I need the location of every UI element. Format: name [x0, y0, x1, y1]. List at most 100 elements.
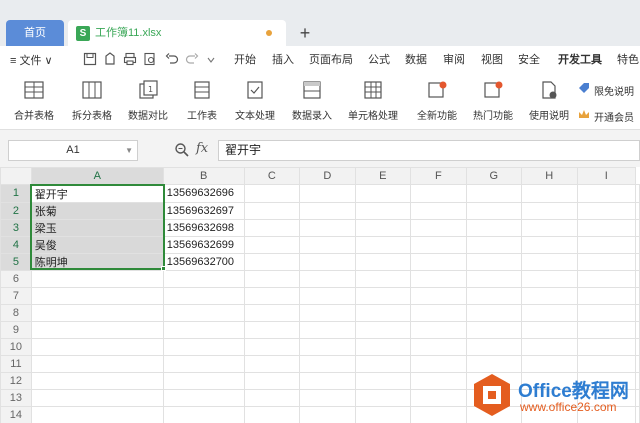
grid-cell[interactable]	[162, 405, 245, 423]
grid-cell[interactable]	[243, 201, 301, 220]
row-header[interactable]: 10	[0, 337, 32, 356]
grid-cell[interactable]	[410, 320, 467, 339]
grid-cell[interactable]	[410, 354, 467, 373]
grid-cell[interactable]	[299, 388, 356, 407]
unsaved-indicator-icon[interactable]	[266, 30, 272, 36]
grid-cell[interactable]	[465, 184, 523, 203]
grid-cell[interactable]	[576, 252, 637, 271]
grid-cell[interactable]	[299, 337, 356, 356]
grid-cell[interactable]	[243, 184, 301, 203]
usage-guide-button[interactable]: 使用说明	[526, 80, 572, 122]
grid-cell[interactable]	[354, 371, 412, 390]
row-header[interactable]: 7	[0, 286, 32, 305]
grid-cell[interactable]	[299, 218, 356, 237]
grid-cell[interactable]	[635, 303, 640, 322]
grid-cell[interactable]	[30, 337, 164, 356]
menu-developer-tools[interactable]: 开发工具	[558, 46, 602, 74]
menu-insert[interactable]: 插入	[272, 46, 294, 74]
export-icon[interactable]	[103, 52, 117, 66]
grid-cell[interactable]	[521, 269, 578, 288]
row-header[interactable]: 9	[0, 320, 32, 339]
name-box[interactable]: A1 ▼	[8, 140, 138, 161]
row-header[interactable]: 12	[0, 371, 32, 390]
grid-cell[interactable]	[243, 218, 301, 237]
grid-cell[interactable]	[521, 184, 578, 203]
column-header-a[interactable]: A	[30, 167, 164, 186]
cell-processing-button[interactable]: 单元格处理	[342, 80, 404, 122]
save-icon[interactable]	[83, 52, 97, 66]
grid-cell[interactable]	[243, 371, 301, 390]
grid-cell[interactable]	[30, 269, 164, 288]
grid-cell[interactable]	[576, 184, 637, 203]
grid-cell[interactable]	[521, 320, 578, 339]
grid-cell[interactable]	[635, 201, 640, 220]
grid-cell[interactable]	[162, 388, 245, 407]
grid-cell[interactable]	[576, 235, 637, 254]
grid-cell[interactable]	[162, 337, 245, 356]
chevron-down-icon[interactable]	[206, 55, 216, 65]
grid-cell[interactable]	[410, 252, 467, 271]
grid-cell[interactable]	[576, 218, 637, 237]
grid-cell[interactable]	[162, 371, 245, 390]
worksheet-button[interactable]: 工作表	[180, 80, 224, 122]
grid-cell[interactable]	[243, 252, 301, 271]
grid-cell[interactable]	[410, 269, 467, 288]
grid-cell[interactable]	[354, 337, 412, 356]
grid-cell[interactable]	[162, 320, 245, 339]
column-header-f[interactable]: F	[410, 167, 467, 185]
grid-cell[interactable]	[354, 354, 412, 373]
grid-cell[interactable]	[410, 405, 467, 423]
undo-icon[interactable]	[165, 52, 179, 66]
grid-cell[interactable]	[30, 388, 164, 407]
grid-cell[interactable]	[30, 303, 164, 322]
grid-cell[interactable]	[576, 337, 637, 356]
grid-cell[interactable]	[576, 303, 637, 322]
grid-cell[interactable]: 13569632696	[162, 184, 245, 203]
tab-home[interactable]: 首页	[6, 20, 64, 46]
grid-cell[interactable]	[299, 235, 356, 254]
grid-cell[interactable]	[354, 303, 412, 322]
row-header[interactable]: 8	[0, 303, 32, 322]
row-header[interactable]: 4	[0, 235, 32, 254]
grid-cell[interactable]	[243, 303, 301, 322]
grid-cell[interactable]	[635, 337, 640, 356]
column-header-d[interactable]: D	[299, 167, 356, 185]
grid-cell[interactable]	[410, 388, 467, 407]
grid-cell[interactable]	[410, 286, 467, 305]
grid-cell[interactable]	[410, 235, 467, 254]
formula-input[interactable]: 翟开宇	[218, 140, 640, 161]
grid-cell[interactable]	[410, 184, 467, 203]
grid-cell[interactable]	[354, 218, 412, 237]
grid-cell[interactable]	[410, 303, 467, 322]
grid-cell[interactable]: 13569632700	[162, 252, 245, 271]
grid-cell[interactable]	[299, 405, 356, 423]
free-trial-info-link[interactable]: 限免说明	[594, 83, 634, 98]
grid-cell[interactable]	[635, 286, 640, 305]
column-header-b[interactable]: B	[162, 167, 245, 185]
grid-cell[interactable]: 陈明坤	[30, 252, 164, 271]
menu-features[interactable]: 特色	[617, 46, 639, 74]
grid-cell[interactable]	[465, 286, 523, 305]
column-header-e[interactable]: E	[354, 167, 412, 185]
grid-cell[interactable]	[354, 235, 412, 254]
file-menu-button[interactable]: ≡ 文件 ∨	[10, 52, 53, 68]
row-header[interactable]: 1	[0, 184, 32, 203]
grid-cell[interactable]	[243, 320, 301, 339]
grid-cell[interactable]	[465, 337, 523, 356]
new-tab-button[interactable]: +	[294, 20, 316, 46]
menu-start[interactable]: 开始	[234, 46, 256, 74]
open-membership-link[interactable]: 开通会员	[594, 109, 634, 124]
text-processing-button[interactable]: 文本处理	[228, 80, 282, 122]
grid-cell[interactable]	[635, 184, 640, 203]
row-header[interactable]: 6	[0, 269, 32, 288]
row-header[interactable]: 13	[0, 388, 32, 407]
grid-cell[interactable]	[243, 286, 301, 305]
grid-cell[interactable]	[243, 337, 301, 356]
menu-page-layout[interactable]: 页面布局	[309, 46, 353, 74]
zoom-icon[interactable]	[174, 142, 190, 158]
grid-cell[interactable]	[354, 320, 412, 339]
grid-cell[interactable]	[465, 235, 523, 254]
grid-cell[interactable]: 13569632699	[162, 235, 245, 254]
grid-cell[interactable]	[30, 371, 164, 390]
grid-cell[interactable]	[30, 354, 164, 373]
